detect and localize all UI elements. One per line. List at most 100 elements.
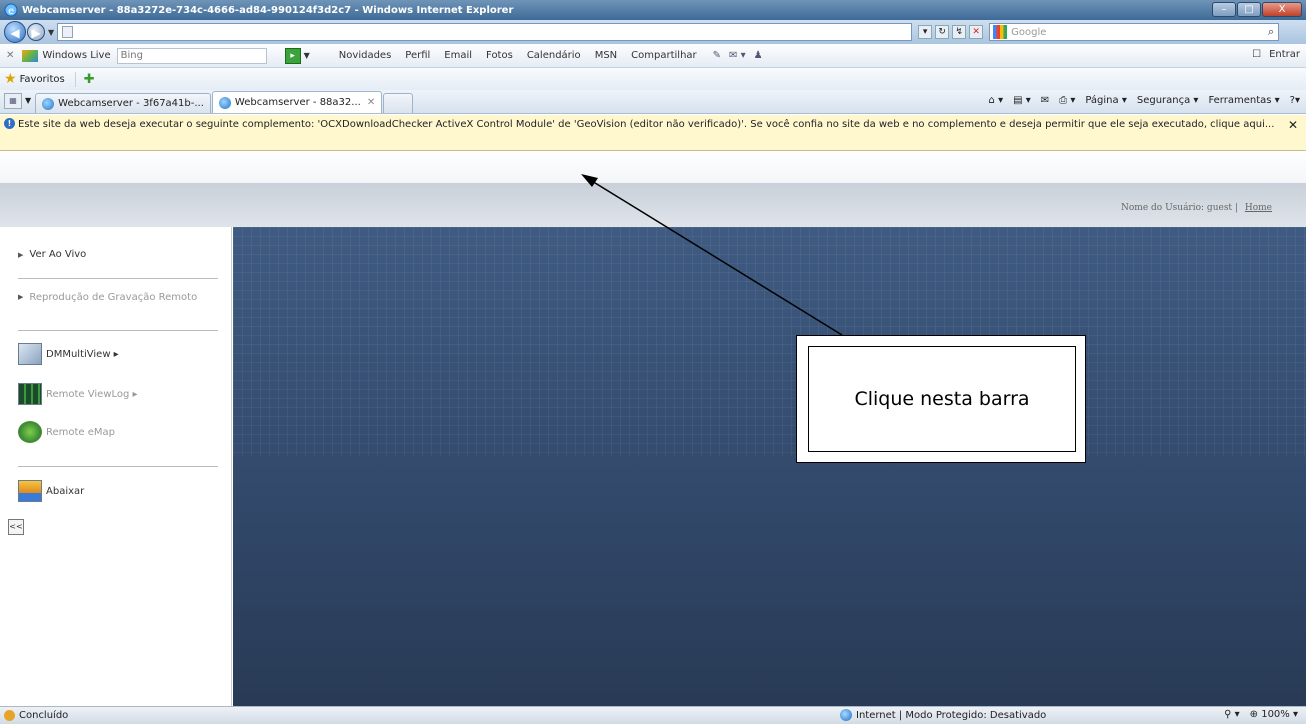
- rss-icon[interactable]: ↯: [952, 25, 967, 39]
- maximize-button[interactable]: □: [1237, 2, 1261, 17]
- mail-icon[interactable]: ✉ ▾: [729, 50, 746, 61]
- quick-tabs-icon[interactable]: ▦: [4, 93, 22, 109]
- live-link-fotos[interactable]: Fotos: [486, 50, 513, 61]
- sidebar-item-live[interactable]: ▶ Ver Ao Vivo: [18, 249, 86, 260]
- minimize-button[interactable]: –: [1212, 2, 1236, 17]
- tab-webcamserver-2[interactable]: Webcamserver - 88a32... ✕: [211, 91, 383, 113]
- tab-close-icon[interactable]: ✕: [367, 97, 375, 108]
- messenger-icon[interactable]: ♟: [754, 50, 763, 61]
- protected-mode-icon[interactable]: ⚲ ▾: [1224, 709, 1240, 720]
- tab-list-dropdown-icon[interactable]: ▼: [25, 96, 31, 105]
- status-text: Concluído: [19, 710, 69, 721]
- sidebar-item-label: Remote eMap: [46, 426, 116, 438]
- windows-live-label[interactable]: Windows Live: [42, 50, 110, 61]
- search-placeholder: Google: [1011, 26, 1047, 38]
- emap-icon: [18, 421, 42, 443]
- live-view-area[interactable]: [233, 227, 1306, 706]
- activex-information-bar[interactable]: ! Este site da web deseja executar o seg…: [0, 115, 1306, 151]
- url-input[interactable]: [57, 23, 913, 41]
- sidebar-item-viewlog[interactable]: Remote ViewLog ▸: [18, 383, 138, 405]
- infobar-close-icon[interactable]: ✕: [1288, 118, 1298, 132]
- address-actions: ▾ ↻ ↯ ✕: [918, 25, 984, 39]
- home-link[interactable]: Home: [1245, 203, 1272, 213]
- new-tab-button[interactable]: [383, 93, 414, 113]
- sidebar-divider: [18, 278, 218, 279]
- page-icon: [62, 26, 74, 38]
- username-label: Nome do Usuário: guest: [1121, 203, 1233, 213]
- print-icon[interactable]: ⎙ ▾: [1059, 95, 1075, 106]
- live-link-email[interactable]: Email: [444, 50, 472, 61]
- sidebar-item-label: Ver Ao Vivo: [29, 249, 87, 260]
- bing-search-input[interactable]: Bing: [116, 47, 267, 64]
- status-icon: [4, 710, 15, 721]
- home-icon[interactable]: ⌂ ▾: [989, 95, 1004, 106]
- sidebar-item-label: Abaixar: [46, 485, 85, 497]
- menu-pagina[interactable]: Página ▾: [1085, 95, 1127, 106]
- read-mail-icon[interactable]: ✉: [1041, 95, 1049, 106]
- live-search-dropdown-icon[interactable]: ▼: [304, 51, 310, 60]
- sidebar-item-label: Reprodução de Gravação Remoto: [29, 292, 198, 303]
- sidebar-divider: [18, 330, 218, 331]
- svg-text:e: e: [8, 6, 14, 17]
- forward-button[interactable]: ▶: [27, 23, 45, 41]
- live-search-button[interactable]: ▸: [284, 47, 301, 64]
- search-icon[interactable]: ⌕: [1268, 25, 1274, 39]
- window-titlebar: e Webcamserver - 88a3272e-734c-4666-ad84…: [0, 0, 1306, 20]
- close-toolbar-icon[interactable]: ✕: [6, 50, 14, 61]
- zoom-control[interactable]: ⊕ 100% ▾: [1250, 709, 1298, 720]
- globe-icon: [840, 709, 852, 721]
- signin-area: ☐ Entrar: [1252, 49, 1300, 60]
- close-window-button[interactable]: X: [1262, 2, 1302, 17]
- feeds-icon[interactable]: ▤ ▾: [1013, 95, 1031, 106]
- app-header: Nome do Usuário: guest | Home: [0, 151, 1306, 227]
- sidebar-item-label: Remote ViewLog ▸: [46, 388, 138, 400]
- menu-seguranca[interactable]: Segurança ▾: [1137, 95, 1199, 106]
- refresh-icon[interactable]: ↻: [935, 25, 950, 39]
- window-controls: – □ X: [1212, 2, 1302, 17]
- tab-ie-icon: [218, 96, 231, 109]
- live-link-compartilhar[interactable]: Compartilhar: [631, 50, 696, 61]
- grid-pattern: [233, 227, 1306, 457]
- address-bar: ◀ ▶ ▼ ▾ ↻ ↯ ✕ Google ⌕: [0, 20, 1306, 44]
- tab-ie-icon: [42, 97, 55, 110]
- signin-icon[interactable]: ☐: [1252, 49, 1261, 60]
- zoom-area: ⚲ ▾ ⊕ 100% ▾: [1224, 709, 1298, 720]
- viewlog-icon: [18, 383, 42, 405]
- sidebar-item-multiview[interactable]: DMMultiView ▸: [18, 343, 119, 365]
- sidebar-item-download[interactable]: Abaixar: [18, 480, 84, 502]
- live-link-novidades[interactable]: Novidades: [339, 50, 391, 61]
- live-link-perfil[interactable]: Perfil: [405, 50, 430, 61]
- history-dropdown-icon[interactable]: ▼: [48, 28, 54, 37]
- back-button[interactable]: ◀: [4, 21, 26, 43]
- tab-webcamserver-1[interactable]: Webcamserver - 3f67a41b-...: [35, 93, 211, 113]
- live-links: Novidades Perfil Email Fotos Calendário …: [339, 50, 697, 61]
- expand-icon: ▶: [18, 250, 24, 259]
- compatibility-icon[interactable]: ▾: [918, 25, 933, 39]
- menu-ferramentas[interactable]: Ferramentas ▾: [1208, 95, 1279, 106]
- tab-label: Webcamserver - 3f67a41b-...: [58, 98, 204, 109]
- favorites-star-icon[interactable]: ★: [4, 71, 17, 87]
- signin-link[interactable]: Entrar: [1269, 49, 1300, 60]
- live-link-msn[interactable]: MSN: [595, 50, 617, 61]
- favorites-button[interactable]: Favoritos: [20, 74, 65, 85]
- favorites-bar: ★ Favoritos ✚: [0, 68, 1306, 90]
- sidebar: ▶ Ver Ao Vivo ▶ Reprodução de Gravação R…: [0, 227, 232, 706]
- zone-text: Internet | Modo Protegido: Desativado: [856, 709, 1047, 721]
- tab-label: Webcamserver - 88a32...: [234, 97, 361, 108]
- help-icon[interactable]: ?▾: [1290, 95, 1300, 106]
- live-tool-icons: ✎ ✉ ▾ ♟: [713, 50, 763, 61]
- add-favorite-icon[interactable]: ✚: [74, 71, 95, 87]
- live-link-calendario[interactable]: Calendário: [527, 50, 581, 61]
- download-icon: [18, 480, 42, 502]
- stop-icon[interactable]: ✕: [969, 25, 984, 39]
- sidebar-item-emap[interactable]: Remote eMap: [18, 421, 115, 443]
- collapse-sidebar-button[interactable]: <<: [8, 519, 24, 535]
- blog-icon[interactable]: ✎: [713, 50, 721, 61]
- multiview-icon: [18, 343, 42, 365]
- sidebar-item-playback[interactable]: ▶ Reprodução de Gravação Remoto: [18, 291, 208, 304]
- search-input[interactable]: Google ⌕: [989, 23, 1280, 41]
- security-zone[interactable]: Internet | Modo Protegido: Desativado: [840, 709, 1046, 721]
- status-bar: Concluído Internet | Modo Protegido: Des…: [0, 706, 1306, 724]
- annotation-text: Clique nesta barra: [854, 388, 1030, 410]
- shield-icon: !: [4, 118, 15, 129]
